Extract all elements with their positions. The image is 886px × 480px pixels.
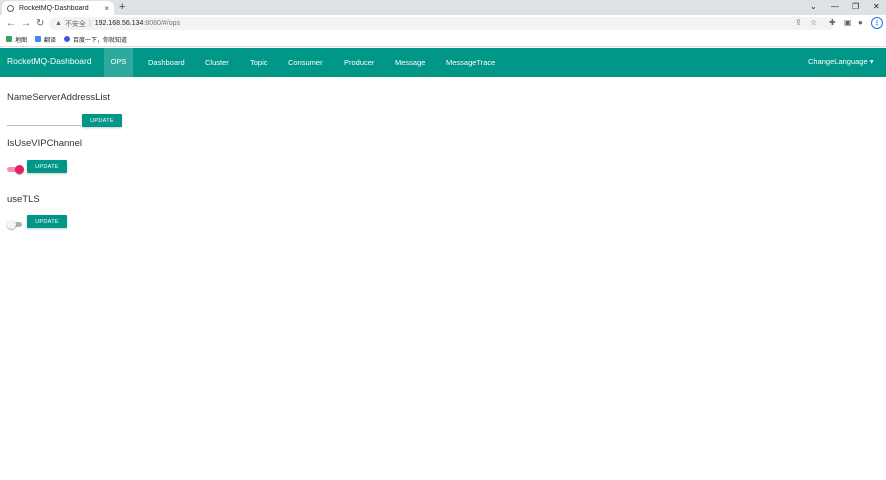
account-icon[interactable]: ● bbox=[858, 18, 863, 28]
new-tab-button[interactable]: + bbox=[119, 1, 125, 14]
browser-tab[interactable]: RocketMQ-Dashboard × bbox=[2, 1, 114, 15]
vip-channel-title: IsUseVIPChannel bbox=[7, 138, 82, 149]
vip-channel-toggle[interactable] bbox=[7, 165, 24, 174]
toggle-knob bbox=[7, 220, 16, 229]
nav-cluster[interactable]: Cluster bbox=[205, 48, 229, 77]
change-language-dropdown[interactable]: ChangeLanguage ▾ bbox=[808, 48, 874, 75]
insecure-label: 不安全 bbox=[64, 20, 86, 28]
warning-icon: ▲ bbox=[55, 20, 62, 27]
bookmark-baidu[interactable]: 百度一下，你就知道 bbox=[64, 35, 127, 44]
tls-update-button[interactable]: UPDATE bbox=[27, 215, 67, 228]
close-tab-icon[interactable]: × bbox=[104, 4, 109, 13]
back-arrow-icon[interactable]: ← bbox=[6, 17, 16, 30]
address-bar[interactable]: ▲ 不安全 | 192.168.56.134 :8080/#/ops bbox=[49, 17, 835, 30]
globe-icon bbox=[7, 4, 14, 12]
nameserver-update-button[interactable]: UPDATE bbox=[82, 114, 122, 127]
url-host: 192.168.56.134 bbox=[94, 20, 144, 27]
nav-dashboard[interactable]: Dashboard bbox=[148, 48, 185, 77]
extensions-icon[interactable]: ✚ bbox=[829, 18, 836, 28]
url-separator: | bbox=[88, 20, 91, 27]
bookmark-translate[interactable]: 翻译 bbox=[35, 35, 56, 44]
translate-icon bbox=[35, 36, 42, 42]
map-icon bbox=[6, 36, 12, 42]
bookmark-map[interactable]: 地图 bbox=[6, 35, 27, 44]
toggle-knob bbox=[15, 165, 24, 174]
reload-icon[interactable]: ↻ bbox=[36, 17, 44, 30]
nav-topic[interactable]: Topic bbox=[250, 48, 268, 77]
bookmarks-bar: 地图 翻译 百度一下，你就知道 bbox=[0, 32, 886, 47]
close-window-button[interactable]: ✕ bbox=[873, 1, 880, 13]
menu-icon[interactable]: ⋮ bbox=[871, 17, 883, 29]
browser-tab-strip bbox=[0, 0, 886, 15]
nav-consumer[interactable]: Consumer bbox=[288, 48, 323, 77]
nav-ops[interactable]: OPS bbox=[104, 48, 133, 77]
restore-button[interactable]: ❐ bbox=[852, 1, 859, 13]
nav-producer[interactable]: Producer bbox=[344, 48, 374, 77]
nav-messagetrace[interactable]: MessageTrace bbox=[446, 48, 495, 77]
url-path: :8080/#/ops bbox=[143, 20, 181, 27]
minimize-button[interactable]: — bbox=[831, 1, 839, 13]
bookmark-label: 地图 bbox=[15, 37, 28, 44]
tls-title: useTLS bbox=[7, 194, 40, 205]
share-icon[interactable]: ⇪ bbox=[795, 18, 802, 28]
nameserver-title: NameServerAddressList bbox=[7, 92, 110, 103]
sidepanel-icon[interactable]: ▣ bbox=[844, 18, 852, 28]
nav-message[interactable]: Message bbox=[395, 48, 425, 77]
tab-title: RocketMQ-Dashboard bbox=[19, 4, 89, 12]
star-icon[interactable]: ☆ bbox=[810, 18, 817, 28]
nameserver-input[interactable] bbox=[7, 116, 81, 126]
vip-channel-update-button[interactable]: UPDATE bbox=[27, 160, 67, 173]
bookmark-label: 百度一下，你就知道 bbox=[73, 37, 128, 44]
tls-toggle[interactable] bbox=[7, 220, 23, 229]
brand-logo[interactable]: RocketMQ-Dashboard bbox=[7, 48, 92, 76]
tab-search-icon[interactable]: ⌄ bbox=[810, 1, 817, 13]
bookmark-label: 翻译 bbox=[44, 37, 57, 44]
baidu-icon bbox=[64, 36, 71, 42]
forward-arrow-icon[interactable]: → bbox=[21, 17, 31, 30]
